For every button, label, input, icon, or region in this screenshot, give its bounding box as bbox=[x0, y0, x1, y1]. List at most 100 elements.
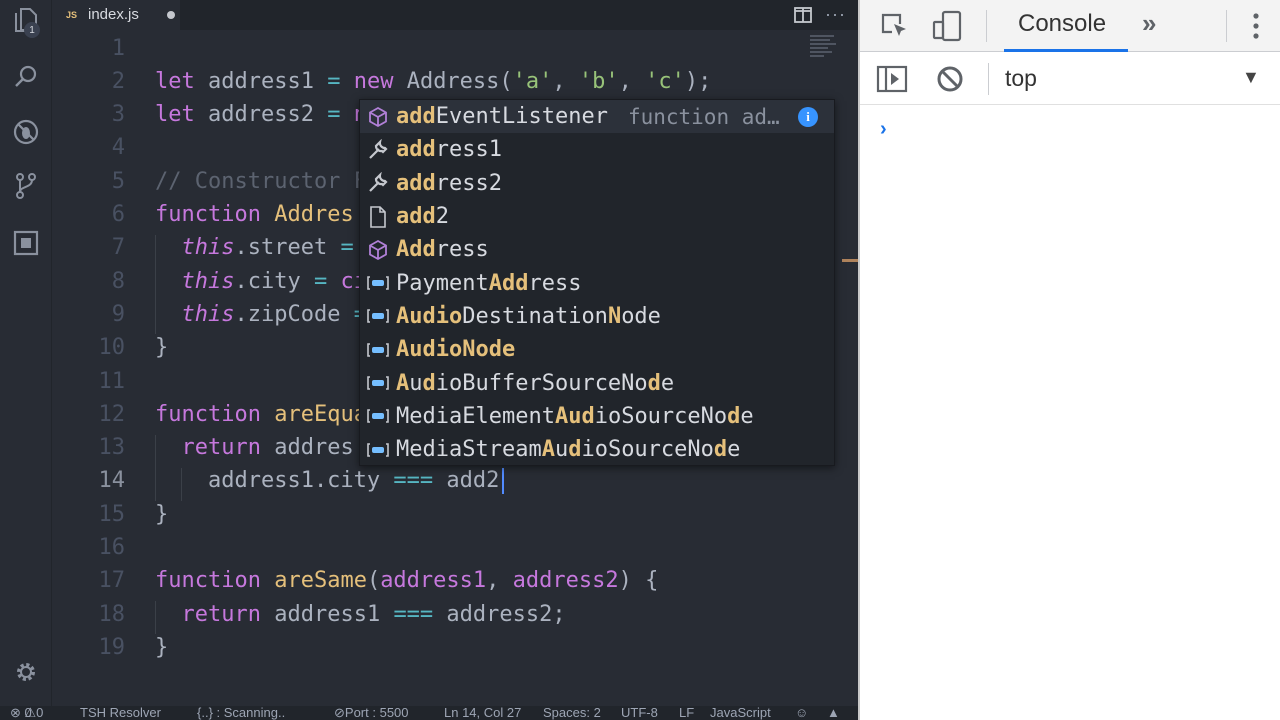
devtools-toolbar: Console » bbox=[860, 0, 1280, 52]
unsaved-dot-icon[interactable] bbox=[166, 10, 175, 19]
scanning-status[interactable]: {..} : Scanning.. bbox=[197, 706, 285, 720]
interface-icon bbox=[360, 300, 396, 333]
wrench-icon bbox=[360, 167, 396, 200]
suggestion-item[interactable]: MediaStreamAudioSourceNode bbox=[360, 433, 834, 465]
line-number: 12 bbox=[98, 402, 126, 427]
suggestion-match: add bbox=[396, 137, 436, 163]
console-toolbar: top ▼ bbox=[860, 53, 1280, 105]
suggestion-item[interactable]: address1 bbox=[360, 133, 834, 166]
code-line-current: 14 address1.city === add2 bbox=[52, 464, 858, 497]
tab-bar: JS index.js ··· bbox=[52, 0, 858, 30]
line-number: 9 bbox=[111, 302, 125, 327]
debug-icon[interactable] bbox=[10, 116, 42, 148]
code-line: 19} bbox=[52, 631, 858, 664]
console-prompt-icon[interactable]: › bbox=[880, 118, 887, 141]
line-number: 13 bbox=[98, 435, 126, 460]
interface-icon bbox=[360, 400, 396, 433]
line-number: 18 bbox=[98, 602, 126, 627]
line-number: 15 bbox=[98, 502, 126, 527]
devtools-menu-icon[interactable] bbox=[1252, 12, 1260, 44]
extensions-icon[interactable] bbox=[10, 227, 42, 259]
suggestion-item[interactable]: AudioBufferSourceNode bbox=[360, 366, 834, 400]
clear-console-icon[interactable] bbox=[936, 65, 964, 97]
suggestion-item[interactable]: MediaElementAudioSourceNode bbox=[360, 400, 834, 433]
indentation-setting[interactable]: Spaces: 2 bbox=[543, 706, 601, 720]
search-icon[interactable] bbox=[10, 60, 42, 92]
code-line: 17 function areSame(address1, address2) { bbox=[52, 564, 858, 597]
explorer-badge: 1 bbox=[24, 22, 40, 38]
live-server-port[interactable]: ⊘ Port : 5500 bbox=[334, 706, 409, 720]
problems-indicator[interactable]: ⊗ 0 ⚠ 0 bbox=[10, 706, 43, 720]
line-number: 3 bbox=[111, 102, 125, 127]
suggestion-detail: function ad… bbox=[627, 104, 780, 129]
class-cube-icon bbox=[360, 233, 396, 266]
toolbar-separator bbox=[1226, 10, 1227, 42]
text-cursor bbox=[502, 468, 504, 494]
line-number: 8 bbox=[111, 269, 125, 294]
suggestion-match: add bbox=[396, 204, 436, 230]
code-line: 18 return address1 === address2; bbox=[52, 598, 858, 631]
js-context-selector[interactable]: top bbox=[1005, 65, 1037, 92]
interface-icon bbox=[360, 267, 396, 300]
notifications-bell-icon[interactable]: ▲ bbox=[827, 706, 840, 720]
interface-icon bbox=[360, 333, 396, 366]
tsh-resolver-status[interactable]: TSH Resolver bbox=[80, 706, 161, 720]
cursor-position[interactable]: Ln 14, Col 27 bbox=[444, 706, 521, 720]
port-label: Port : 5500 bbox=[344, 706, 409, 720]
suggestion-rest: ress bbox=[435, 237, 489, 263]
file-icon bbox=[360, 200, 396, 233]
feedback-smiley-icon[interactable]: ☺ bbox=[795, 706, 808, 720]
method-cube-icon bbox=[360, 100, 396, 133]
code-line: 2 let address1 = new Address('a', 'b', 'c… bbox=[52, 65, 858, 98]
line-number: 7 bbox=[111, 235, 125, 260]
suggestion-item[interactable]: address2 bbox=[360, 167, 834, 200]
line-number: 19 bbox=[98, 635, 126, 660]
line-number: 14 bbox=[98, 468, 126, 493]
suggestion-match: add bbox=[396, 170, 436, 196]
tab-label: index.js bbox=[88, 6, 139, 23]
settings-gear-icon[interactable] bbox=[10, 656, 42, 688]
minimap[interactable] bbox=[810, 34, 838, 60]
status-bar: ⊗ 0 ⚠ 0 TSH Resolver {..} : Scanning.. ⊘… bbox=[0, 706, 858, 720]
suggestion-rest: 2 bbox=[435, 204, 449, 230]
suggestion-item[interactable]: add2 bbox=[360, 200, 834, 233]
line-number: 16 bbox=[98, 535, 126, 560]
interface-icon bbox=[360, 367, 396, 400]
eol-setting[interactable]: LF bbox=[679, 706, 694, 720]
line-number: 6 bbox=[111, 202, 125, 227]
more-actions-icon[interactable]: ··· bbox=[825, 4, 846, 25]
line-number: 17 bbox=[98, 568, 126, 593]
source-control-icon[interactable] bbox=[10, 170, 42, 202]
info-icon[interactable]: i bbox=[798, 107, 818, 127]
suggestion-match: Add bbox=[396, 237, 436, 263]
tab-console[interactable]: Console bbox=[1018, 10, 1106, 38]
suggestion-match: Add bbox=[488, 270, 529, 296]
code-line: 1 bbox=[52, 32, 858, 65]
overview-ruler-marker bbox=[842, 259, 858, 262]
code-line: 16 bbox=[52, 531, 858, 564]
suggestion-rest: ress1 bbox=[435, 137, 502, 163]
line-number: 4 bbox=[111, 135, 125, 160]
autocomplete-suggestions[interactable]: addEventListener function ad… i address1… bbox=[359, 99, 835, 466]
device-toolbar-icon[interactable] bbox=[932, 10, 964, 46]
error-count: 0 bbox=[24, 706, 32, 720]
show-sidebar-icon[interactable] bbox=[876, 65, 908, 97]
dropdown-caret-icon[interactable]: ▼ bbox=[1242, 67, 1260, 88]
more-tabs-icon[interactable]: » bbox=[1142, 8, 1156, 39]
warning-count: 0 bbox=[36, 706, 44, 720]
suggestion-item[interactable]: AudioDestinationNode bbox=[360, 300, 834, 333]
devtools-panel: Console » top ▼ › bbox=[858, 0, 1280, 720]
line-number: 11 bbox=[98, 369, 126, 394]
encoding-setting[interactable]: UTF-8 bbox=[621, 706, 658, 720]
suggestion-item[interactable]: AudioNode bbox=[360, 333, 834, 366]
suggestion-item[interactable]: PaymentAddress bbox=[360, 267, 834, 300]
language-mode[interactable]: JavaScript bbox=[710, 706, 771, 720]
tab-index-js[interactable]: JS index.js bbox=[52, 0, 180, 30]
split-editor-icon[interactable] bbox=[794, 7, 812, 27]
suggestion-item[interactable]: addEventListener function ad… i bbox=[360, 100, 834, 134]
wrench-icon bbox=[360, 133, 396, 166]
suggestion-item[interactable]: Address bbox=[360, 233, 834, 266]
toolbar-separator bbox=[986, 10, 987, 42]
line-number: 2 bbox=[111, 69, 125, 94]
inspect-element-icon[interactable] bbox=[880, 12, 910, 44]
